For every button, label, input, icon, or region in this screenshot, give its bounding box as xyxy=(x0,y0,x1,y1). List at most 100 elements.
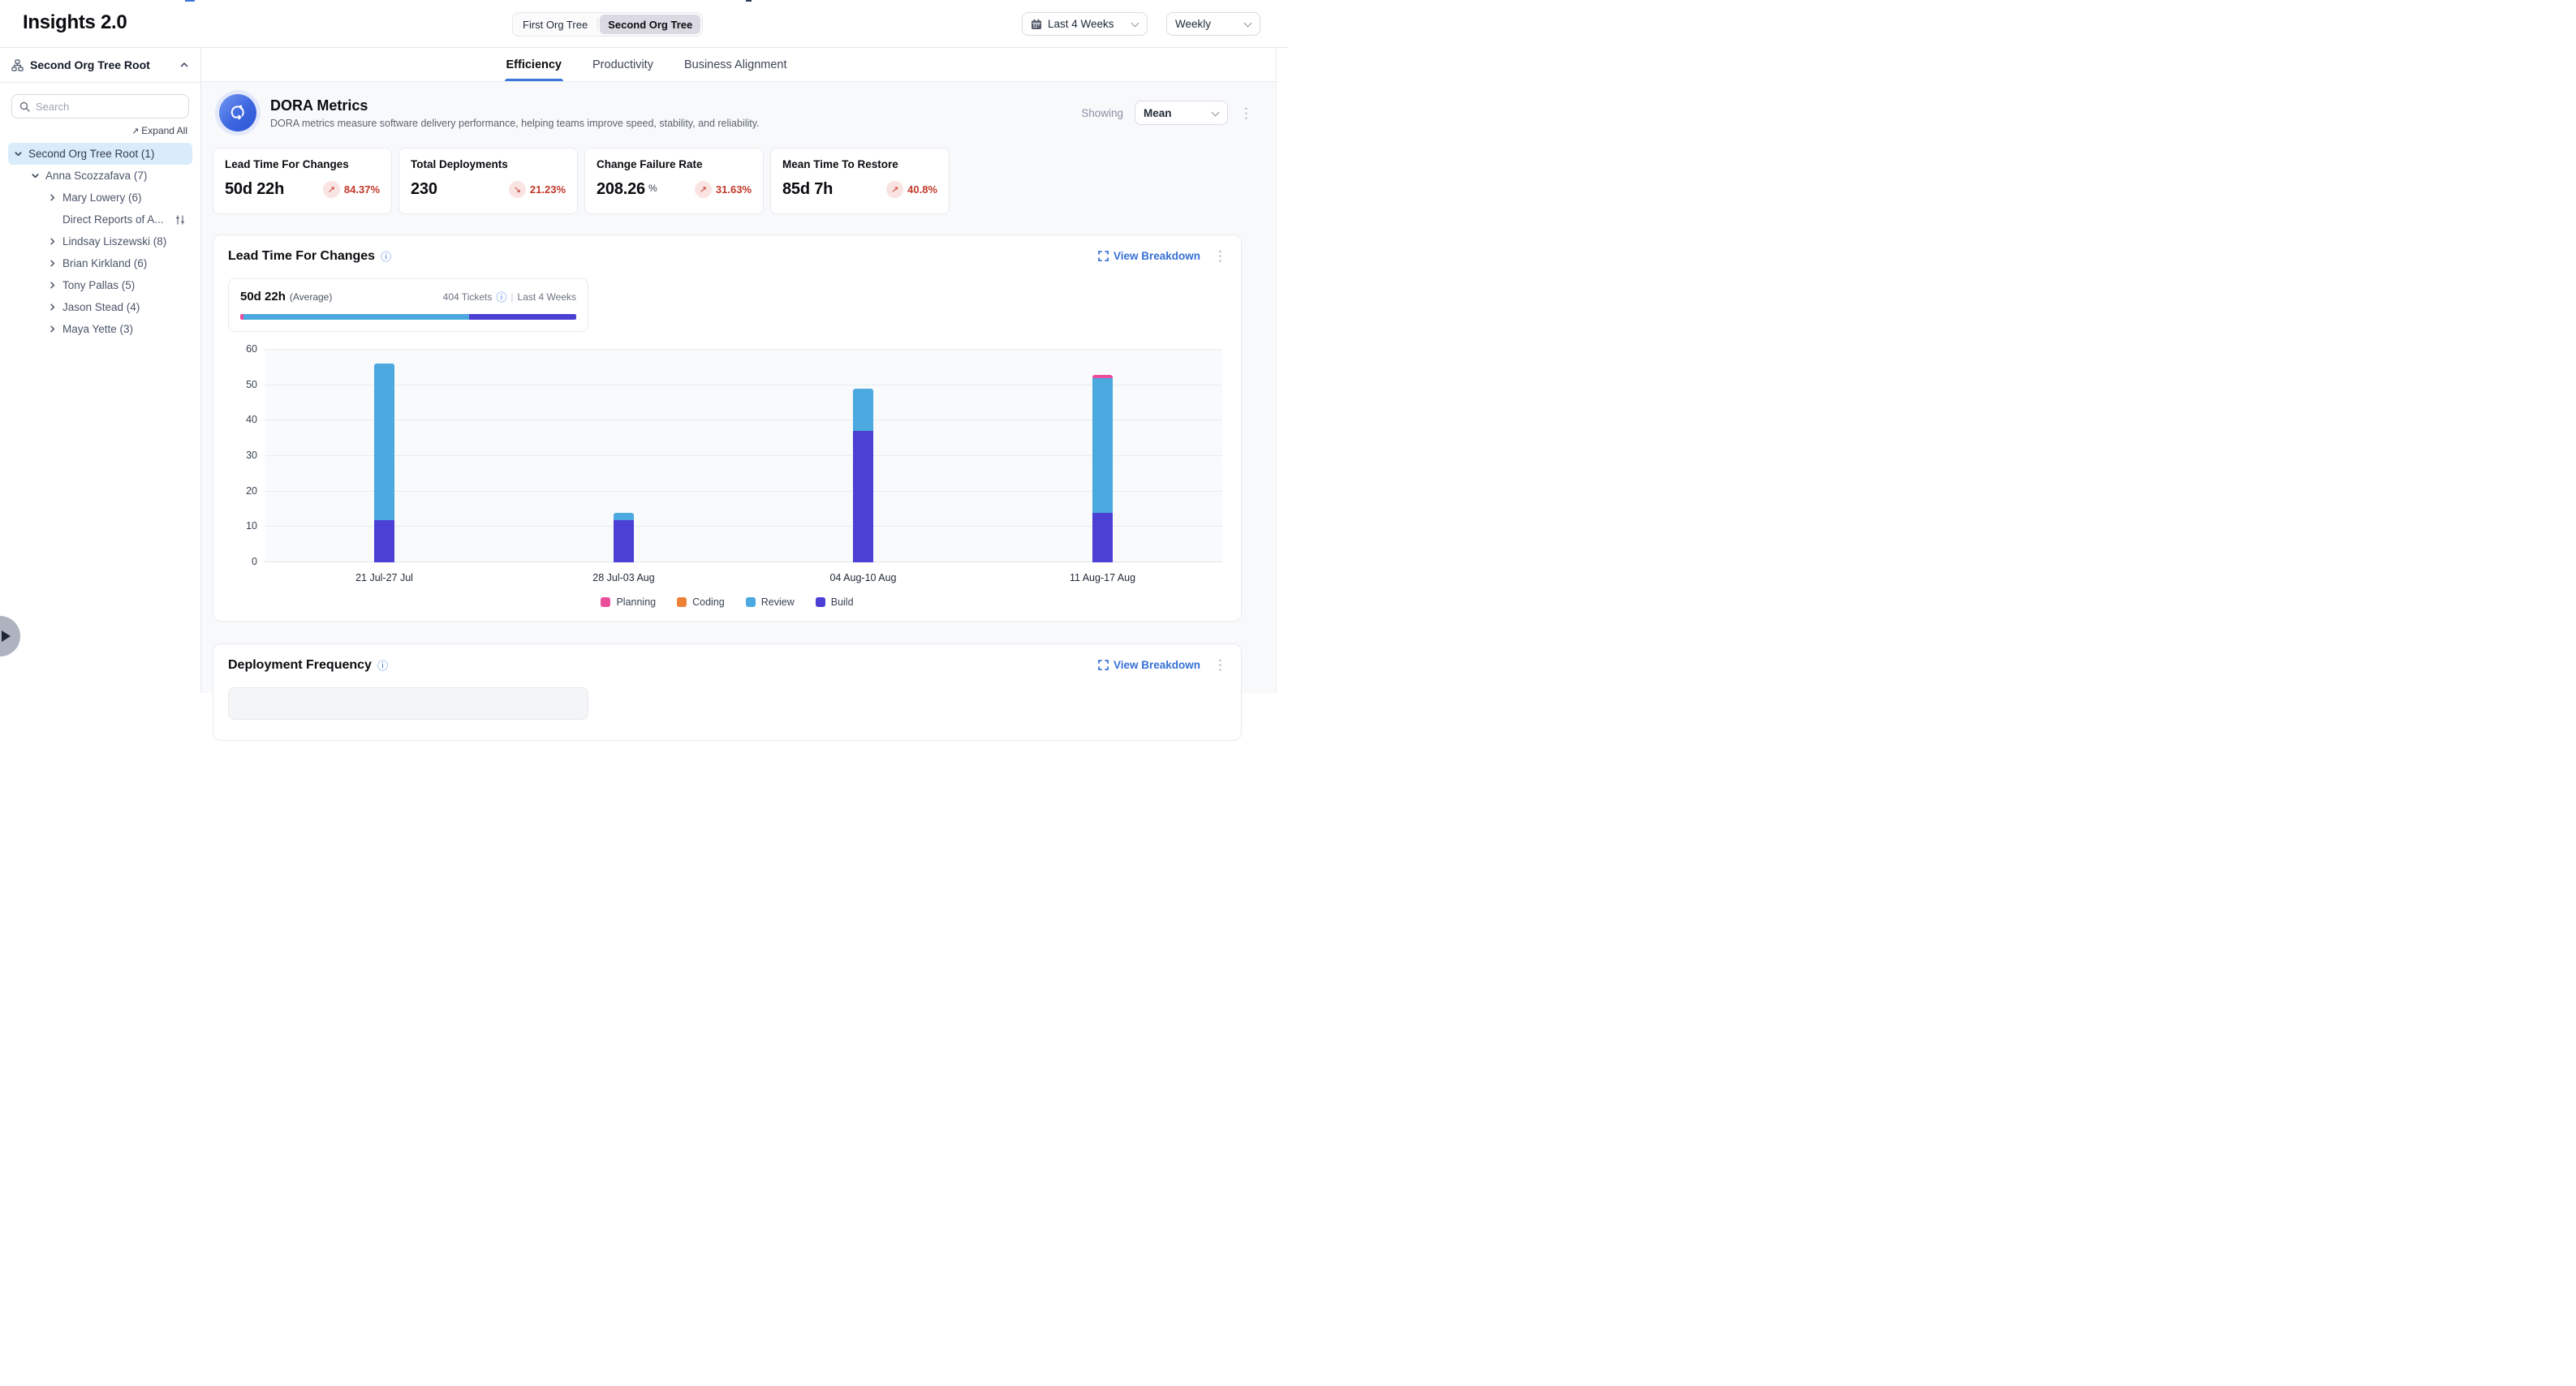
tree-item-7[interactable]: Jason Stead (4) xyxy=(8,296,192,318)
tree-item-6[interactable]: Tony Pallas (5) xyxy=(8,274,192,296)
search-input[interactable] xyxy=(36,101,166,113)
deployment-title: Deployment Frequency xyxy=(228,658,372,673)
dora-subtitle: DORA metrics measure software delivery p… xyxy=(270,118,760,129)
chevron-right-icon[interactable] xyxy=(45,279,58,292)
tab-efficiency[interactable]: Efficiency xyxy=(505,48,564,81)
trend-down-arrow-icon: ↘ xyxy=(509,181,526,198)
toggle-first-org-tree[interactable]: First Org Tree xyxy=(515,15,596,34)
toggle-second-org-tree[interactable]: Second Org Tree xyxy=(600,15,700,34)
metric-card-0: Lead Time For Changes50d 22h↗84.37% xyxy=(213,148,392,214)
page-title: Insights 2.0 xyxy=(23,11,127,34)
legend-swatch xyxy=(601,597,610,607)
legend-swatch xyxy=(677,597,687,607)
lead-time-plot xyxy=(265,350,1222,562)
chevron-right-icon[interactable] xyxy=(45,323,58,336)
tree-item-3[interactable]: Direct Reports of A... xyxy=(8,209,192,230)
y-tick-0: 0 xyxy=(228,556,257,567)
bar-3 xyxy=(1092,375,1113,562)
bar-1-review xyxy=(614,513,634,520)
metric-card-1: Total Deployments230↘21.23% xyxy=(398,148,578,214)
trend-delta: 31.63% xyxy=(716,183,752,196)
org-tree: Second Org Tree Root (1) Anna Scozzafava … xyxy=(0,143,200,340)
legend-swatch xyxy=(746,597,756,607)
tree-item-label: Brian Kirkland (6) xyxy=(62,257,147,269)
chevron-down-icon[interactable] xyxy=(11,148,24,161)
y-tick-10: 10 xyxy=(228,520,257,532)
legend-label: Build xyxy=(831,596,854,608)
gridline-60 xyxy=(265,349,1222,350)
metric-card-3: Mean Time To Restore85d 7h↗40.8% xyxy=(770,148,950,214)
deployment-frequency-section: Deployment Frequency ⓘ View Breakdown ⋮ xyxy=(213,644,1242,741)
tree-item-label: Mary Lowery (6) xyxy=(62,192,142,204)
tree-item-label: Jason Stead (4) xyxy=(62,301,140,313)
org-tree-icon xyxy=(11,59,24,71)
lead-time-section: Lead Time For Changes ⓘ View Breakdown ⋮… xyxy=(213,235,1242,622)
chevron-right-icon[interactable] xyxy=(45,235,58,248)
org-tree-toggle: First Org Tree Second Org Tree xyxy=(512,12,703,37)
bar-0 xyxy=(374,364,394,562)
expand-all-button[interactable]: ↗ Expand All xyxy=(131,125,187,136)
scrollbar-gutter[interactable] xyxy=(1276,48,1288,693)
y-tick-30: 30 xyxy=(228,450,257,461)
date-range-value: Last 4 Weeks xyxy=(1048,18,1114,30)
tree-item-8[interactable]: Maya Yette (3) xyxy=(8,318,192,340)
legend-swatch xyxy=(816,597,825,607)
divider: | xyxy=(510,291,513,303)
top-bar: Insights 2.0 First Org Tree Second Org T… xyxy=(0,0,1288,48)
tree-item-4[interactable]: Lindsay Liszewski (8) xyxy=(8,230,192,252)
legend-label: Review xyxy=(761,596,795,608)
bar-1-build xyxy=(614,520,634,562)
chevron-down-icon xyxy=(1244,20,1251,28)
filter-sliders-icon[interactable] xyxy=(174,214,186,226)
tab-business-alignment[interactable]: Business Alignment xyxy=(683,48,789,81)
chevron-down-icon[interactable] xyxy=(28,170,41,183)
gridline-10 xyxy=(265,526,1222,527)
tree-item-1[interactable]: Anna Scozzafava (7) xyxy=(8,165,192,187)
tree-item-2[interactable]: Mary Lowery (6) xyxy=(8,187,192,209)
dora-cycle-icon xyxy=(219,94,256,131)
tab-productivity[interactable]: Productivity xyxy=(591,48,655,81)
dora-title: DORA Metrics xyxy=(270,97,760,114)
chevron-down-icon xyxy=(1131,20,1139,28)
lead-time-title: Lead Time For Changes xyxy=(228,249,375,264)
chevron-right-icon[interactable] xyxy=(45,257,58,270)
info-icon[interactable]: ⓘ xyxy=(496,289,506,304)
bar-2-build xyxy=(853,431,873,562)
expand-corners-icon xyxy=(1098,251,1109,261)
tree-item-label: Second Org Tree Root (1) xyxy=(28,148,154,160)
chevron-right-icon[interactable] xyxy=(45,192,58,204)
chevron-right-icon[interactable] xyxy=(45,301,58,314)
x-tick-1: 28 Jul-03 Aug xyxy=(567,572,681,583)
tree-item-5[interactable]: Brian Kirkland (6) xyxy=(8,252,192,274)
chart-legend: PlanningCodingReviewBuild xyxy=(228,596,1226,608)
lead-view-breakdown-button[interactable]: View Breakdown xyxy=(1098,250,1200,262)
toggle-divider xyxy=(597,18,598,31)
phase-segment-review xyxy=(243,314,468,320)
trend-up-arrow-icon: ↗ xyxy=(695,181,712,198)
showing-label: Showing xyxy=(1081,107,1123,119)
tree-item-0[interactable]: Second Org Tree Root (1) xyxy=(8,143,192,165)
legend-label: Coding xyxy=(692,596,725,608)
sidebar-root-title: Second Org Tree Root xyxy=(30,58,150,71)
date-range-select[interactable]: Last 4 Weeks xyxy=(1022,12,1148,36)
dora-kebab-menu-icon[interactable]: ⋮ xyxy=(1239,106,1251,120)
dora-cards: Lead Time For Changes50d 22h↗84.37%Total… xyxy=(213,148,1288,214)
sidebar-collapse-chevron-up-icon[interactable] xyxy=(179,60,189,70)
sidebar-search[interactable] xyxy=(11,94,189,118)
search-icon xyxy=(19,101,30,112)
sidebar-header: Second Org Tree Root xyxy=(0,48,200,83)
bar-2 xyxy=(853,389,873,562)
deployment-kebab-menu-icon[interactable]: ⋮ xyxy=(1213,658,1225,672)
info-icon[interactable]: ⓘ xyxy=(381,248,391,264)
info-icon[interactable]: ⓘ xyxy=(377,657,388,673)
granularity-select[interactable]: Weekly xyxy=(1166,12,1260,36)
lead-kebab-menu-icon[interactable]: ⋮ xyxy=(1213,249,1225,263)
gridline-20 xyxy=(265,491,1222,492)
showing-select[interactable]: Mean xyxy=(1135,101,1228,125)
metric-value: 85d 7h xyxy=(782,180,833,199)
tabs-bar: Efficiency Productivity Business Alignment xyxy=(201,48,1288,82)
tree-item-label: Tony Pallas (5) xyxy=(62,279,135,291)
showing-value: Mean xyxy=(1144,107,1172,119)
trend-badge: ↗ 31.63% xyxy=(695,181,752,198)
deployment-view-breakdown-button[interactable]: View Breakdown xyxy=(1098,659,1200,671)
